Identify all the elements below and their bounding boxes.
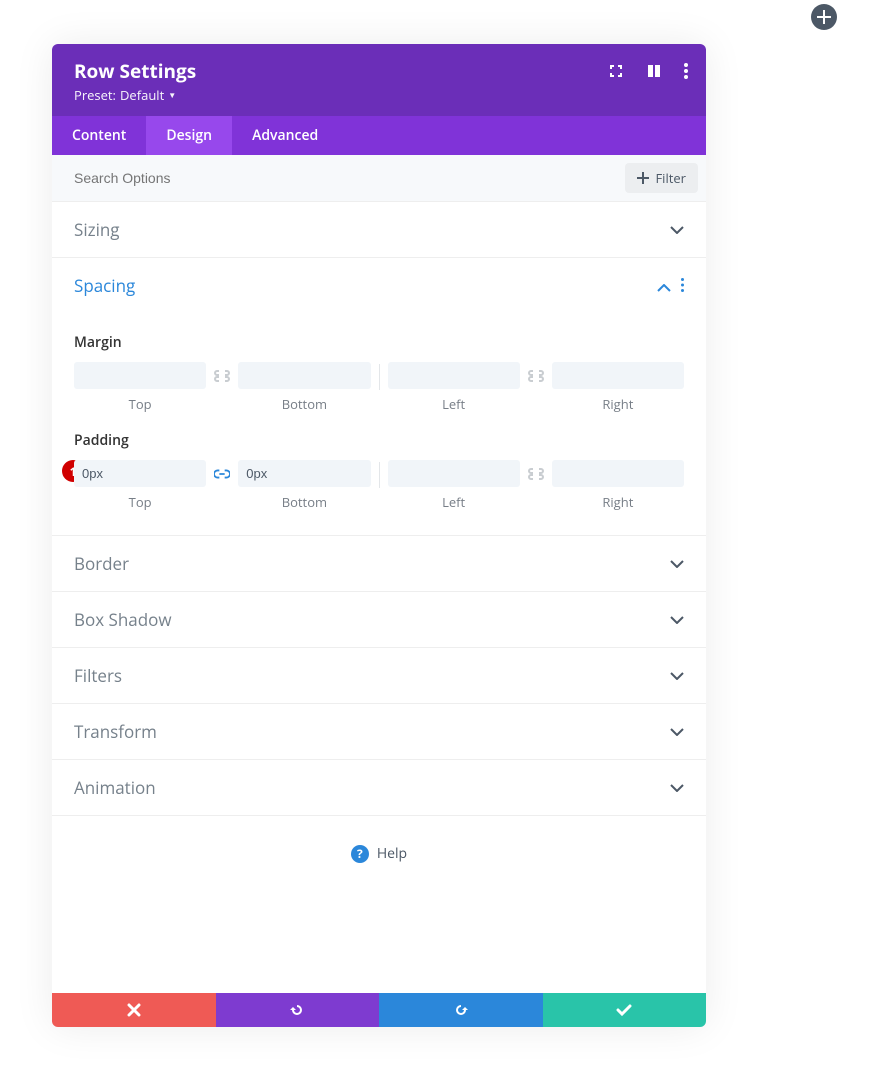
help-icon: ?	[351, 845, 369, 863]
section-title: Filters	[74, 664, 122, 687]
margin-right-input[interactable]	[552, 362, 684, 389]
preset-value: Default	[120, 86, 164, 104]
section-title: Transform	[74, 720, 157, 743]
more-icon[interactable]	[684, 62, 688, 84]
chevron-down-icon: ▼	[168, 90, 176, 101]
search-input[interactable]	[74, 170, 625, 186]
margin-label: Margin	[74, 333, 684, 352]
section-title: Spacing	[74, 274, 135, 297]
tab-content[interactable]: Content	[52, 116, 146, 155]
chevron-up-icon	[657, 274, 671, 297]
plus-icon	[637, 172, 649, 184]
padding-label: Padding	[74, 431, 684, 450]
section-title: Sizing	[74, 218, 120, 241]
padding-right-input[interactable]	[552, 460, 684, 487]
chevron-down-icon	[670, 672, 684, 680]
modal-title: Row Settings	[74, 58, 684, 84]
redo-icon	[453, 1002, 469, 1018]
filter-button[interactable]: Filter	[625, 163, 698, 193]
more-icon[interactable]	[681, 274, 684, 297]
margin-group: Margin Top Bottom	[74, 333, 684, 413]
help-label: Help	[377, 844, 407, 863]
margin-left-input[interactable]	[388, 362, 520, 389]
link-icon[interactable]	[528, 466, 544, 482]
chevron-down-icon	[670, 728, 684, 736]
section-animation[interactable]: Animation	[52, 760, 706, 816]
add-button[interactable]	[811, 4, 837, 30]
preset-selector[interactable]: Preset: Default ▼	[74, 86, 684, 104]
field-label: Left	[442, 493, 465, 511]
preset-label: Preset:	[74, 86, 116, 104]
modal-footer	[52, 993, 706, 1027]
chevron-down-icon	[670, 226, 684, 234]
chevron-down-icon	[670, 784, 684, 792]
margin-top-input[interactable]	[74, 362, 206, 389]
padding-bottom-input[interactable]	[238, 460, 370, 487]
section-title: Border	[74, 552, 129, 575]
section-border[interactable]: Border	[52, 536, 706, 592]
field-label: Right	[602, 395, 633, 413]
save-button[interactable]	[543, 993, 707, 1027]
row-settings-modal: Row Settings Preset: Default ▼ Content D…	[52, 44, 706, 1027]
section-sizing[interactable]: Sizing	[52, 202, 706, 258]
field-label: Top	[129, 395, 152, 413]
undo-button[interactable]	[216, 993, 380, 1027]
padding-group: 1 Padding Top Bottom	[74, 431, 684, 511]
section-transform[interactable]: Transform	[52, 704, 706, 760]
padding-left-input[interactable]	[388, 460, 520, 487]
chevron-down-icon	[670, 616, 684, 624]
tab-design[interactable]: Design	[146, 116, 232, 155]
check-icon	[616, 1004, 632, 1016]
field-label: Top	[129, 493, 152, 511]
filter-label: Filter	[655, 169, 686, 187]
margin-bottom-input[interactable]	[238, 362, 370, 389]
section-filters[interactable]: Filters	[52, 648, 706, 704]
columns-icon[interactable]	[646, 62, 662, 84]
padding-top-input[interactable]	[74, 460, 206, 487]
tabs: Content Design Advanced	[52, 116, 706, 155]
spacing-body: Margin Top Bottom	[52, 313, 706, 536]
link-icon[interactable]	[528, 368, 544, 384]
field-label: Bottom	[282, 395, 327, 413]
link-icon[interactable]	[214, 368, 230, 384]
search-row: Filter	[52, 155, 706, 202]
cancel-button[interactable]	[52, 993, 216, 1027]
field-label: Right	[602, 493, 633, 511]
expand-icon[interactable]	[608, 62, 624, 84]
help-link[interactable]: ? Help	[52, 816, 706, 891]
section-title: Animation	[74, 776, 156, 799]
close-icon	[127, 1003, 141, 1017]
divider	[379, 462, 380, 488]
redo-button[interactable]	[379, 993, 543, 1027]
field-label: Bottom	[282, 493, 327, 511]
chevron-down-icon	[670, 560, 684, 568]
undo-icon	[289, 1002, 305, 1018]
divider	[379, 364, 380, 390]
modal-header: Row Settings Preset: Default ▼	[52, 44, 706, 116]
link-icon[interactable]	[214, 466, 230, 482]
section-spacing[interactable]: Spacing	[52, 258, 706, 313]
section-box-shadow[interactable]: Box Shadow	[52, 592, 706, 648]
tab-advanced[interactable]: Advanced	[232, 116, 338, 155]
section-title: Box Shadow	[74, 608, 172, 631]
field-label: Left	[442, 395, 465, 413]
